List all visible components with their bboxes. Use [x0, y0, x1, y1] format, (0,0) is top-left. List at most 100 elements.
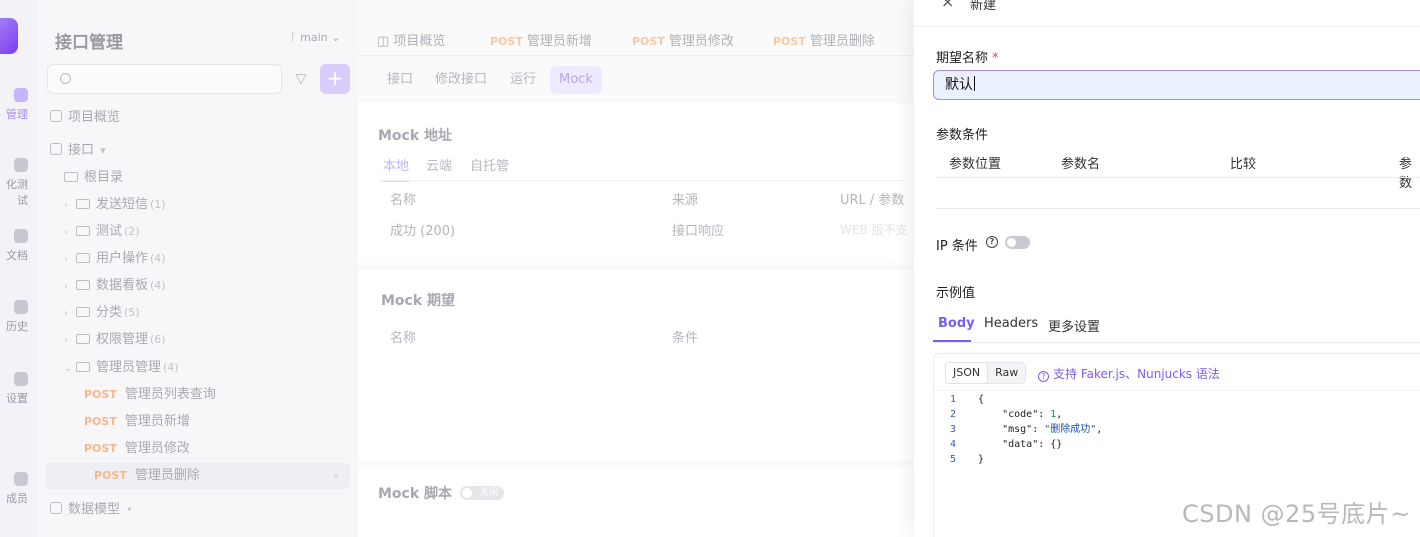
- tab-api[interactable]: POST 管理员修改: [632, 30, 734, 49]
- tree-folder-expanded[interactable]: ⌄ 管理员管理 (4): [64, 355, 179, 381]
- sidebar-search-input[interactable]: [47, 64, 282, 94]
- tab-bar: ◫ 项目概览 POST 管理员新增 POST 管理员修改 POST 管理员删除: [358, 0, 914, 56]
- history-icon: [14, 300, 28, 314]
- code-text: {: [978, 394, 985, 405]
- tree-item-data-model[interactable]: 数据模型 •: [50, 497, 133, 523]
- app-logo[interactable]: [0, 18, 18, 54]
- code-text: }: [978, 454, 985, 465]
- tab-label: 项目概览: [393, 34, 446, 49]
- rail-item-doc[interactable]: 文档: [0, 229, 38, 263]
- params-header-value: 参数: [1399, 157, 1413, 191]
- rail-item-members[interactable]: 成员: [0, 472, 38, 506]
- tree-folder[interactable]: › 权限管理 (6): [64, 327, 166, 353]
- tab-label: 管理员删除: [809, 34, 875, 49]
- params-header-compare: 比较: [1230, 157, 1257, 172]
- rail-item-api[interactable]: 管理: [0, 88, 38, 122]
- format-raw-option[interactable]: Raw: [988, 363, 1025, 383]
- rail-item-test[interactable]: 化测试: [0, 158, 38, 208]
- tree-item-label: 项目概览: [68, 110, 121, 125]
- tab-local[interactable]: 本地: [383, 155, 410, 182]
- tree-api-item[interactable]: POST 管理员列表查询: [84, 382, 374, 408]
- ip-condition-switch[interactable]: [1005, 236, 1030, 249]
- toggle-label: 关闭: [479, 488, 498, 498]
- tree-folder[interactable]: › 分类 (5): [64, 300, 140, 326]
- tab-api-active[interactable]: POST 管理员删除: [773, 30, 875, 49]
- filter-icon[interactable]: ▽: [288, 64, 314, 94]
- branch-selector[interactable]: ᚴ main ⌄: [290, 31, 340, 44]
- tab-more-settings[interactable]: 更多设置: [1048, 316, 1100, 335]
- column-header: 名称: [390, 193, 417, 208]
- tree-item-label: 接口: [68, 143, 95, 158]
- help-icon[interactable]: ?: [986, 236, 998, 248]
- code-line: 4 "data": {}: [934, 437, 1420, 452]
- chevron-right-icon: ›: [64, 281, 68, 292]
- tab-body[interactable]: Body: [938, 316, 975, 331]
- subtab-edit[interactable]: 修改接口: [435, 66, 487, 94]
- code-area[interactable]: 1{ 2 "code": 1, 3 "msg": "删除成功", 4 "data…: [934, 392, 1420, 467]
- column-header: 名称: [390, 331, 417, 346]
- left-rail: 管理 化测试 文档 历史 设置 成员: [0, 0, 38, 537]
- mock-url-cell: WEB 版不支: [840, 223, 908, 237]
- json-value: "删除成功": [1044, 424, 1097, 435]
- folder-name: 权限管理: [96, 332, 149, 347]
- tree-folder[interactable]: › 发送短信 (1): [64, 192, 166, 218]
- folder-count: (4): [163, 361, 179, 374]
- subtab-run[interactable]: 运行: [510, 66, 536, 94]
- params-header-location: 参数位置: [949, 157, 1002, 172]
- close-icon[interactable]: ×: [941, 0, 954, 11]
- api-icon: [14, 88, 28, 102]
- add-button[interactable]: +: [320, 64, 350, 94]
- tab-api[interactable]: POST 管理员新增: [490, 30, 592, 49]
- tab-overview[interactable]: ◫ 项目概览: [377, 30, 445, 49]
- tree-item-label: 数据模型: [68, 502, 121, 517]
- example-label: 示例值: [936, 286, 976, 301]
- members-icon: [14, 472, 28, 486]
- format-switch: JSON Raw: [945, 362, 1027, 384]
- format-json-option[interactable]: JSON: [945, 362, 989, 384]
- folder-icon: [76, 280, 90, 290]
- tree-item-api-root[interactable]: 接口 ▾: [50, 138, 106, 164]
- folder-count: (4): [150, 252, 166, 265]
- api-name: 管理员修改: [124, 441, 190, 456]
- tab-headers[interactable]: Headers: [984, 316, 1038, 331]
- tab-cloud[interactable]: 云端: [426, 155, 452, 174]
- subtab-api[interactable]: 接口: [387, 66, 413, 94]
- tree-api-item-selected[interactable]: POST 管理员删除: [46, 463, 350, 489]
- chevron-right-icon: ›: [64, 227, 68, 238]
- tree-folder[interactable]: › 用户操作 (4): [64, 246, 166, 272]
- settings-icon: [14, 372, 28, 386]
- mock-script-toggle[interactable]: 关闭: [460, 486, 504, 500]
- rail-item-label: 管理: [6, 108, 28, 121]
- mock-address-panel: Mock 地址 本地 云端 自托管 名称 来源 URL / 参数 成功 (200…: [358, 103, 914, 263]
- tree-api-item[interactable]: POST 管理员修改: [84, 436, 374, 462]
- tab-self-hosted[interactable]: 自托管: [470, 155, 509, 174]
- doc-icon: [14, 229, 28, 243]
- faker-syntax-link[interactable]: ? 支持 Faker.js、Nunjucks 语法: [1038, 365, 1220, 382]
- tree-folder[interactable]: › 测试 (2): [64, 219, 140, 245]
- rail-item-history[interactable]: 历史: [0, 300, 38, 334]
- code-line: 5}: [934, 452, 1420, 467]
- mock-source-cell: 接口响应: [672, 224, 725, 239]
- overview-icon: [50, 110, 62, 122]
- rail-item-settings[interactable]: 设置: [0, 372, 38, 406]
- tree-api-item[interactable]: POST 管理员新增: [84, 409, 374, 435]
- column-header: URL / 参数: [840, 193, 905, 208]
- mock-script-title: Mock 脚本: [378, 486, 453, 502]
- folder-name: 管理员管理: [96, 360, 162, 375]
- rail-item-label: 文档: [6, 249, 28, 262]
- name-input-value: 默认: [945, 77, 973, 93]
- tree-item-overview[interactable]: 项目概览: [50, 105, 120, 131]
- column-header: 来源: [672, 193, 699, 208]
- rail-item-label: 成员: [6, 492, 28, 505]
- folder-icon: [76, 307, 90, 317]
- question-circle-icon: ?: [1038, 371, 1049, 382]
- folder-name: 数据看板: [96, 278, 149, 293]
- tree-folder[interactable]: › 数据看板 (4): [64, 273, 166, 299]
- caret-icon: •: [126, 503, 133, 516]
- expectation-name-input[interactable]: 默认: [933, 70, 1420, 100]
- tree-item-root-dir[interactable]: 根目录: [64, 165, 123, 191]
- api-name: 管理员删除: [134, 468, 200, 483]
- code-line: 3 "msg": "删除成功",: [934, 422, 1420, 437]
- json-value: {}: [1050, 439, 1063, 450]
- subtab-mock[interactable]: Mock: [550, 66, 602, 94]
